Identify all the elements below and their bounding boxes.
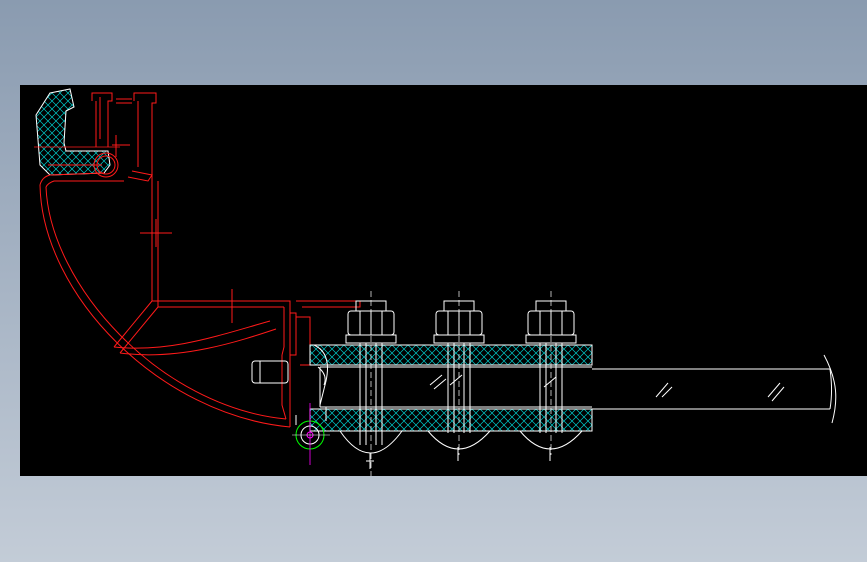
rubber-seal: [34, 88, 120, 176]
frame-profile-curve: [39, 172, 361, 428]
pin-stub: [251, 360, 289, 384]
clamp-plate-bottom: [309, 408, 593, 432]
cad-drawing-canvas[interactable]: [20, 85, 867, 476]
clamp-plate-top: [309, 344, 593, 366]
bolt-centerlines: [370, 291, 552, 476]
glass-hatch-marks: [429, 374, 785, 402]
